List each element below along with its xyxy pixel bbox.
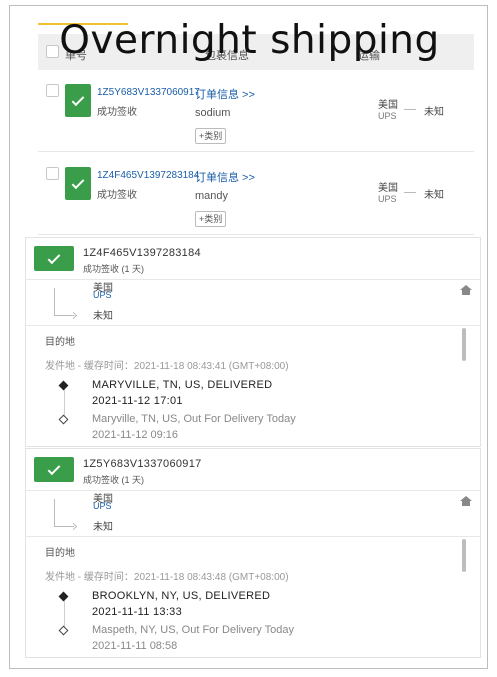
tracking-number-link[interactable]: 1Z4F465V1397283184	[97, 170, 199, 181]
origin-country: 美国	[378, 183, 398, 194]
scrollbar-thumb[interactable]	[462, 328, 466, 361]
panel-delivery-status: 成功签收 (1 天)	[83, 475, 145, 485]
row-checkbox[interactable]	[46, 84, 59, 97]
add-category-button[interactable]: +类别	[195, 128, 227, 144]
table-row[interactable]: 1Z5Y683V1337060917 成功签收 订单信息 >> sodium +…	[38, 70, 474, 152]
checkmark-icon	[71, 92, 85, 106]
timeline-diamond-icon	[58, 380, 69, 391]
carrier-name: UPS	[378, 111, 397, 121]
event-time: 2021-11-11 08:58	[92, 640, 178, 652]
delivery-status: 成功签收	[97, 107, 137, 118]
home-icon[interactable]	[460, 285, 472, 295]
origin-cache-time: 发件地 - 缓存时间：2021-11-18 08:43:41 (GMT+08:0…	[45, 361, 289, 372]
delivered-status-button[interactable]	[34, 457, 74, 482]
event-time: 2021-11-12 09:16	[92, 429, 179, 441]
panel-delivery-status: 成功签收 (1 天)	[83, 264, 145, 274]
tracking-number-link[interactable]: 1Z5Y683V1337060917	[97, 87, 200, 98]
destination-label: 目的地	[45, 548, 75, 559]
event-time: 2021-11-11 13:33	[92, 606, 183, 618]
divider	[26, 325, 480, 326]
event-description: MARYVILLE, TN, US, DELIVERED	[92, 379, 273, 391]
panel-carrier: UPS	[93, 290, 112, 300]
add-category-button[interactable]: +类别	[195, 211, 227, 227]
route-arrow-icon	[54, 288, 74, 316]
origin-country: 美国	[378, 100, 398, 111]
event-description: Maspeth, NY, US, Out For Delivery Today	[92, 624, 294, 636]
panel-destination: 未知	[93, 311, 113, 322]
timeline-diamond-icon	[58, 591, 69, 602]
title-overlay: Overnight shipping	[59, 18, 440, 63]
route-arrow-icon	[404, 192, 416, 193]
shipping-tracker-window: 单号 包裹信息 运输 Overnight shipping 1Z5Y683V13…	[9, 5, 488, 669]
order-info-link[interactable]: 订单信息 >>	[195, 169, 255, 185]
tracking-detail-panel: 1Z5Y683V1337060917 成功签收 (1 天) 美国 UPS 未知 …	[25, 448, 481, 658]
delivered-status-icon	[65, 84, 91, 117]
carrier-name: UPS	[378, 194, 397, 204]
origin-cache-time: 发件地 - 缓存时间：2021-11-18 08:43:48 (GMT+08:0…	[45, 572, 289, 583]
event-description: Maryville, TN, US, Out For Delivery Toda…	[92, 413, 296, 425]
event-time: 2021-11-12 17:01	[92, 395, 183, 407]
tracking-detail-panel: 1Z4F465V1397283184 成功签收 (1 天) 美国 UPS 未知 …	[25, 237, 481, 447]
recipient-name: mandy	[195, 190, 229, 202]
event-description: BROOKLYN, NY, US, DELIVERED	[92, 590, 271, 602]
destination-label: 目的地	[45, 337, 75, 348]
row-checkbox[interactable]	[46, 167, 59, 180]
route-arrow-icon	[404, 109, 416, 110]
destination-country: 未知	[424, 107, 444, 118]
panel-destination: 未知	[93, 522, 113, 533]
table-row[interactable]: 1Z4F465V1397283184 成功签收 订单信息 >> mandy +类…	[38, 153, 474, 235]
order-info-link[interactable]: 订单信息 >>	[195, 86, 255, 102]
destination-country: 未知	[424, 190, 444, 201]
delivery-status: 成功签收	[97, 190, 137, 201]
panel-carrier: UPS	[93, 501, 112, 511]
panel-tracking-number: 1Z4F465V1397283184	[83, 247, 201, 259]
checkmark-icon	[47, 250, 61, 264]
scrollbar-thumb[interactable]	[462, 539, 466, 572]
delivered-status-button[interactable]	[34, 246, 74, 271]
route-arrow-icon	[54, 499, 74, 527]
panel-tracking-number: 1Z5Y683V1337060917	[83, 458, 202, 470]
checkmark-icon	[71, 175, 85, 189]
timeline-diamond-icon	[58, 625, 69, 636]
divider	[26, 536, 480, 537]
delivered-status-icon	[65, 167, 91, 200]
home-icon[interactable]	[460, 496, 472, 506]
timeline-diamond-icon	[58, 414, 69, 425]
checkmark-icon	[47, 461, 61, 475]
recipient-name: sodium	[195, 107, 231, 119]
